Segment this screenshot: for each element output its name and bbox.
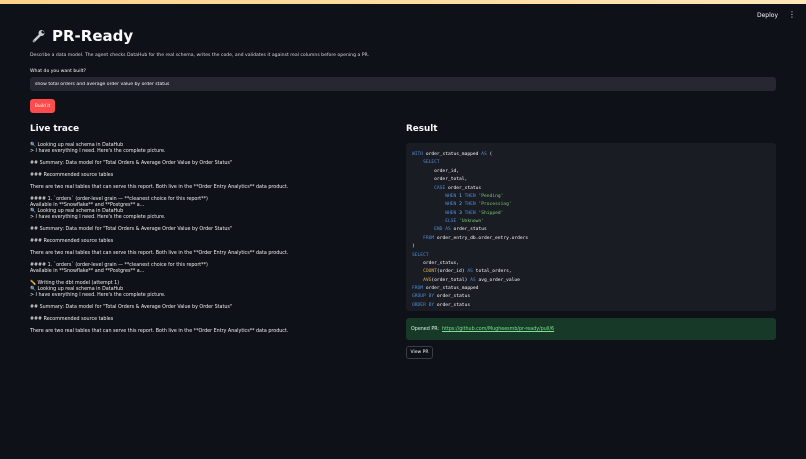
live-trace-heading: Live trace [30,124,80,134]
live-trace-panel: Live trace 🔍 Looking up real schema in D… [30,124,370,335]
sql-code-block: WITH order_status_mapped AS ( SELECT ord… [406,143,776,311]
trace-line: There are two real tables that can serve… [30,329,289,334]
wrench-icon [30,28,46,44]
view-pr-button[interactable]: View PR [406,346,433,359]
ask-label: What do you want built? [30,69,86,74]
page-title: PR-Ready [30,27,776,45]
top-accent-bar [0,0,806,4]
pr-opened-label: Opened PR: [411,326,440,332]
result-heading: Result [406,124,438,134]
more-vertical-icon[interactable]: ⋮ [788,11,796,19]
pr-link[interactable]: https://github.com/Mugheesmb/pr-ready/pu… [442,327,554,332]
page-title-text: PR-Ready [52,27,134,45]
app-header: Deploy ⋮ [757,11,796,19]
pr-opened-alert: Opened PR: https://github.com/Mugheesmb/… [406,318,776,340]
page-description: Describe a data model. The agent checks … [30,53,369,58]
result-panel: Result WITH order_status_mapped AS ( SEL… [406,124,776,359]
main-content: PR-Ready Describe a data model. The agen… [30,26,776,113]
ask-input[interactable] [30,77,776,91]
build-it-button[interactable]: Build it [30,99,55,113]
trace-log: 🔍 Looking up real schema in DataHub > I h… [30,143,370,335]
deploy-button[interactable]: Deploy [757,12,778,19]
